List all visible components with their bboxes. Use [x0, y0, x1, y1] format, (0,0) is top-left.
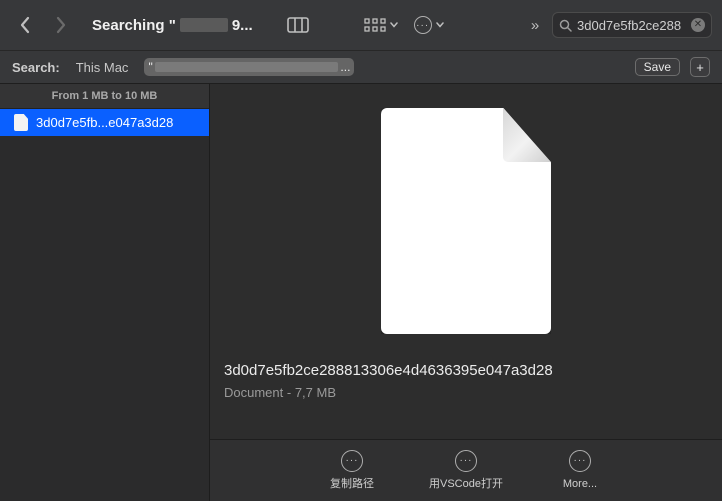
back-button[interactable] [10, 11, 40, 39]
group-by-button[interactable] [359, 11, 403, 39]
action-more[interactable]: ··· More... [541, 450, 619, 491]
ellipsis-circle-icon: ··· [341, 450, 363, 472]
save-search-button[interactable]: Save [635, 58, 680, 76]
file-info: 3d0d7e5fb2ce288813306e4d4636395e047a3d28… [210, 334, 722, 400]
title-redacted [180, 18, 228, 32]
toolbar-overflow[interactable]: » [524, 11, 546, 39]
ellipsis-circle-icon: ··· [455, 450, 477, 472]
file-size: 7,7 MB [295, 385, 336, 400]
chevron-down-icon [390, 22, 398, 28]
window-title: Searching " 9... [82, 17, 263, 34]
ellipsis-circle-icon: ··· [569, 450, 591, 472]
scope-label: Search: [12, 60, 60, 75]
forward-button[interactable] [46, 11, 76, 39]
file-meta: Document - 7,7 MB [224, 385, 708, 400]
results-list: From 1 MB to 10 MB 3d0d7e5fb...e047a3d28 [0, 84, 210, 501]
main-area: From 1 MB to 10 MB 3d0d7e5fb...e047a3d28… [0, 84, 722, 501]
title-prefix: Searching " [92, 17, 176, 34]
clear-search-button[interactable]: ✕ [691, 18, 705, 32]
action-label: 复制路径 [330, 478, 374, 491]
action-menu-button[interactable]: ··· [409, 11, 449, 39]
file-name: 3d0d7e5fb2ce288813306e4d4636395e047a3d28 [224, 362, 708, 379]
quick-actions-bar: ··· 复制路径 ··· 用VSCode打开 ··· More... [210, 439, 722, 501]
action-open-vscode[interactable]: ··· 用VSCode打开 [427, 450, 505, 491]
search-text: 3d0d7e5fb2ce288 [577, 18, 686, 33]
result-row[interactable]: 3d0d7e5fb...e047a3d28 [0, 109, 209, 136]
preview-pane: 3d0d7e5fb2ce288813306e4d4636395e047a3d28… [210, 84, 722, 501]
scope-path-redacted [155, 62, 339, 72]
search-icon [559, 19, 572, 32]
action-label: More... [563, 478, 597, 491]
file-preview-icon [381, 108, 551, 334]
scope-current-folder[interactable]: " ... [144, 58, 354, 76]
filter-summary[interactable]: From 1 MB to 10 MB [0, 84, 209, 109]
grid-icon [364, 18, 386, 32]
chevron-right-icon [55, 16, 67, 34]
search-field[interactable]: 3d0d7e5fb2ce288 ✕ [552, 12, 712, 38]
chevron-left-icon [19, 16, 31, 34]
file-kind: Document [224, 385, 283, 400]
column-view-button[interactable] [283, 11, 313, 39]
add-criteria-button[interactable]: + [690, 57, 710, 77]
toolbar: Searching " 9... ··· » 3d0d7e5fb2ce288 ✕ [0, 0, 722, 50]
columns-icon [287, 17, 309, 33]
preview-content: 3d0d7e5fb2ce288813306e4d4636395e047a3d28… [210, 84, 722, 439]
chevron-down-icon [436, 22, 444, 28]
document-icon [14, 114, 28, 131]
action-label: 用VSCode打开 [429, 478, 503, 491]
result-filename: 3d0d7e5fb...e047a3d28 [36, 115, 173, 130]
scope-this-mac[interactable]: This Mac [70, 57, 135, 78]
action-copy-path[interactable]: ··· 复制路径 [313, 450, 391, 491]
search-scope-bar: Search: This Mac " ... Save + [0, 50, 722, 84]
title-suffix: 9... [232, 17, 253, 34]
ellipsis-circle-icon: ··· [414, 16, 432, 34]
